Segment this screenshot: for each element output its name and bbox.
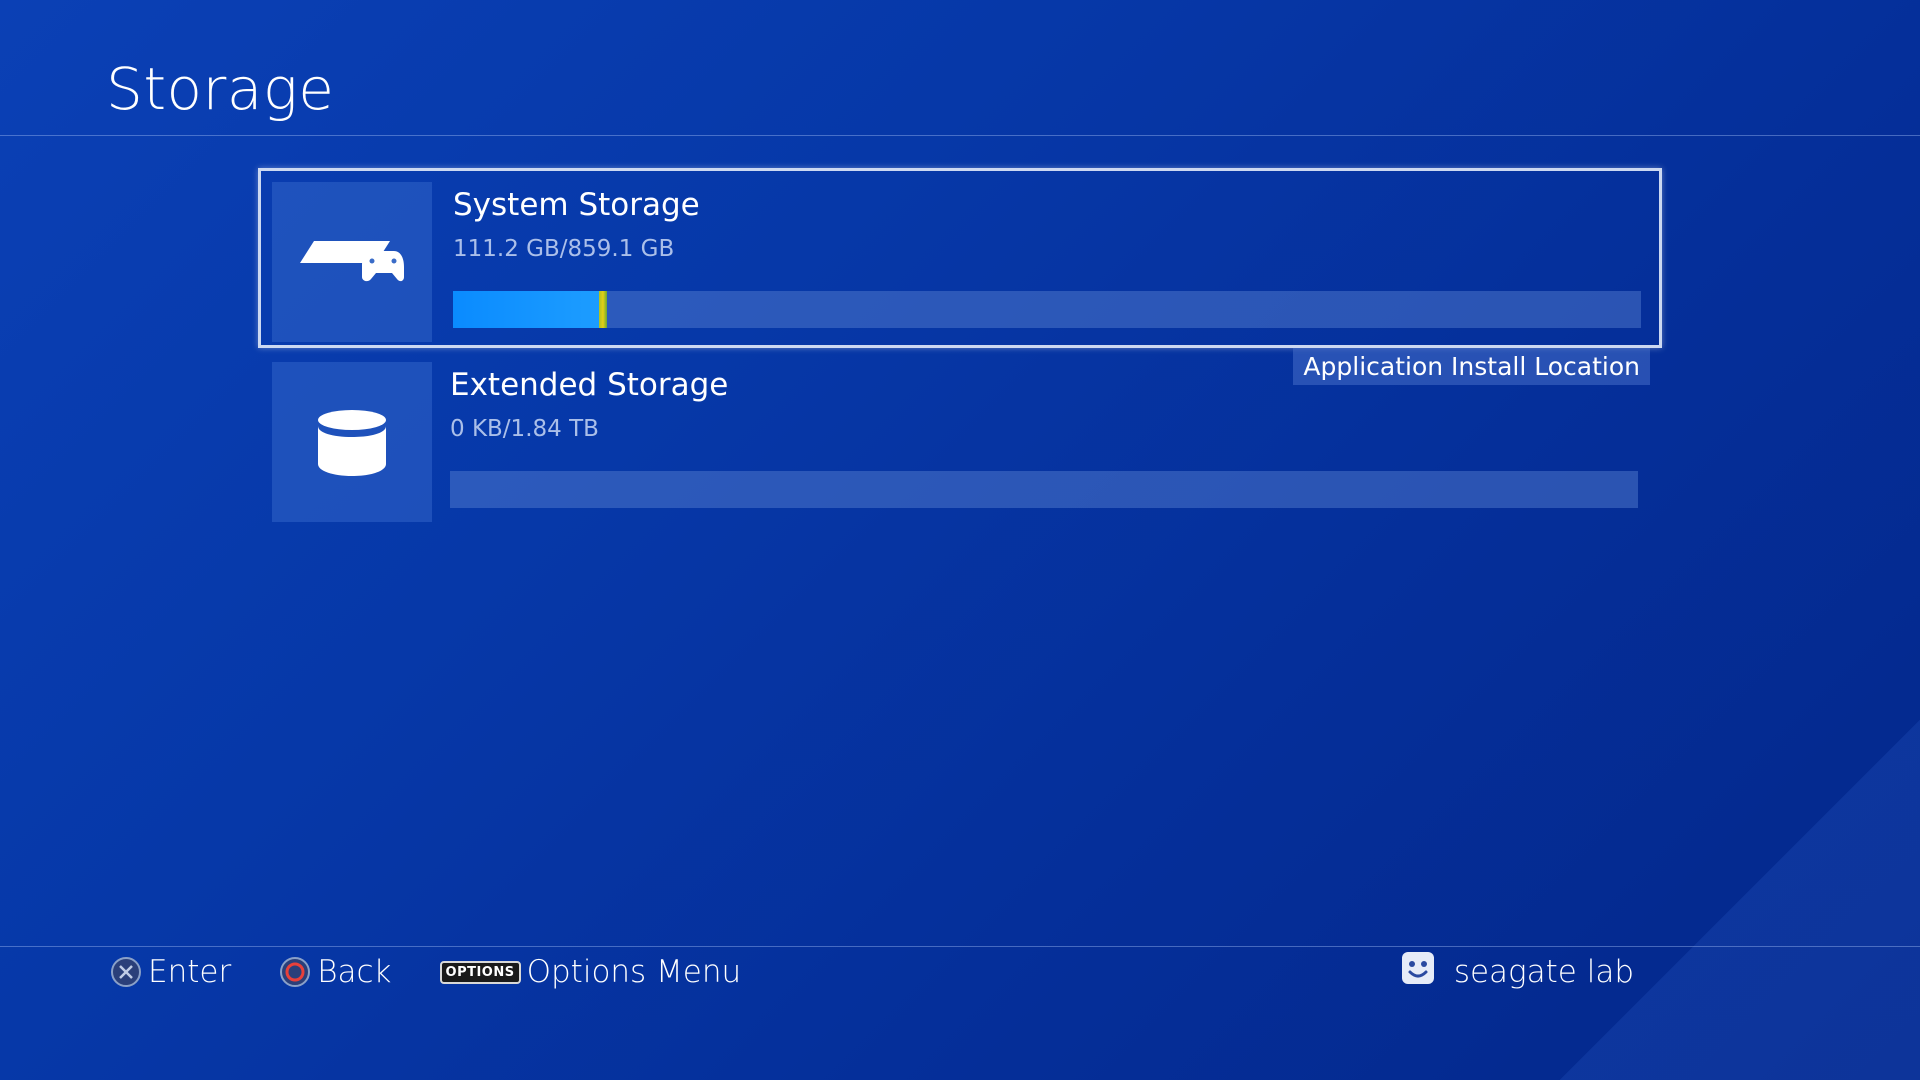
user-name: seagate lab (1453, 954, 1634, 990)
storage-usage-text: 0 KB/1.84 TB (450, 416, 599, 442)
storage-item-name: Extended Storage (450, 367, 729, 403)
storage-item-extended[interactable]: Extended Storage 0 KB/1.84 TB Applicatio… (258, 348, 1662, 528)
back-label: Back (317, 954, 392, 990)
background-wedge (1560, 720, 1920, 1080)
user-avatar-icon (1400, 950, 1436, 994)
extended-storage-icon-tile (272, 362, 432, 522)
storage-usage-bar-marker (598, 291, 607, 328)
external-drive-icon (318, 410, 386, 476)
storage-usage-bar-fill (453, 291, 607, 328)
options-menu-hint[interactable]: OPTIONS Options Menu (439, 954, 742, 990)
ps4-storage-screen: { "page": { "title": "Storage" }, "stora… (0, 0, 1920, 1080)
header-divider (0, 135, 1920, 136)
options-menu-label: Options Menu (526, 954, 742, 990)
user-profile: seagate lab (1400, 952, 1634, 992)
footer-divider (0, 946, 1920, 947)
application-install-location-badge: Application Install Location (1293, 348, 1650, 385)
ps4-console-icon (300, 241, 404, 282)
enter-hint[interactable]: Enter (110, 954, 231, 990)
storage-item-system[interactable]: System Storage 111.2 GB/859.1 GB (258, 168, 1662, 348)
storage-item-name: System Storage (453, 187, 700, 223)
button-hints: Enter Back OPTIONS Options Menu (110, 952, 741, 992)
options-button-icon: OPTIONS (439, 960, 521, 984)
storage-usage-bar (453, 291, 1641, 328)
enter-label: Enter (148, 954, 232, 990)
page-title: Storage (106, 55, 335, 123)
storage-list: System Storage 111.2 GB/859.1 GB Extende… (258, 168, 1662, 528)
cross-button-icon (110, 956, 142, 988)
system-storage-icon-tile (272, 182, 432, 342)
back-hint[interactable]: Back (279, 954, 392, 990)
storage-usage-text: 111.2 GB/859.1 GB (453, 236, 675, 262)
circle-button-icon (279, 956, 311, 988)
storage-usage-bar (450, 471, 1638, 508)
